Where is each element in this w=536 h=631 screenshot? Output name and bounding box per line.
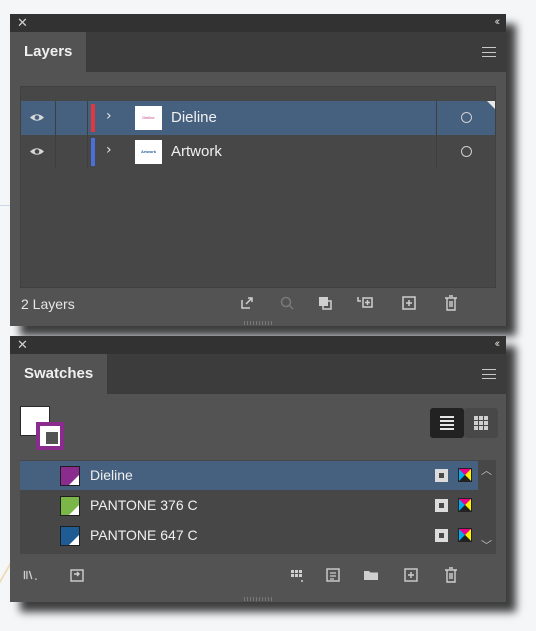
layer-row-artwork[interactable]: › Artwork Artwork xyxy=(21,135,495,169)
swatch-list-scrollbar[interactable]: ︿ ﹀ xyxy=(478,460,496,554)
new-swatch-icon[interactable] xyxy=(402,566,420,584)
swatch-row-pantone-376[interactable]: PANTONE 376 C xyxy=(20,491,478,520)
spot-color-icon xyxy=(435,499,448,512)
swatch-chip xyxy=(60,496,80,516)
create-sublayer-icon[interactable] xyxy=(356,294,374,312)
layer-color-indicator xyxy=(91,138,95,166)
close-icon[interactable]: ✕ xyxy=(17,15,28,31)
column-divider xyxy=(55,135,56,169)
locate-object-icon[interactable] xyxy=(278,294,296,312)
layer-thumbnail: Dieline xyxy=(135,106,162,130)
swatch-name: PANTONE 647 C xyxy=(90,527,198,543)
spot-color-icon xyxy=(435,529,448,542)
resize-grip[interactable] xyxy=(244,597,274,601)
list-view-button[interactable] xyxy=(430,408,464,438)
make-clipping-mask-icon[interactable] xyxy=(316,294,334,312)
collect-for-export-icon[interactable] xyxy=(238,294,256,312)
column-divider xyxy=(436,101,437,135)
swatch-options-icon[interactable] xyxy=(324,566,342,584)
layer-name[interactable]: Artwork xyxy=(171,143,222,160)
add-to-library-icon[interactable] xyxy=(68,566,86,584)
swatch-name: Dieline xyxy=(90,467,133,483)
layer-list: › Dieline Dieline › Artwork Artwork xyxy=(20,86,496,288)
swatch-list: Dieline PANTONE 376 C PANTONE 647 C ︿ ﹀ xyxy=(20,460,496,554)
column-divider xyxy=(436,135,437,169)
column-divider xyxy=(87,101,88,135)
scroll-up-icon[interactable]: ︿ xyxy=(481,462,492,478)
panel-titlebar[interactable]: ✕ ‹‹ xyxy=(10,14,506,32)
stroke-swatch[interactable] xyxy=(36,422,64,450)
swatches-panel: ✕ ‹‹ Swatches Dieline PANTONE 376 C PANT… xyxy=(10,336,506,602)
tab-swatches[interactable]: Swatches xyxy=(10,354,108,394)
panel-menu-icon[interactable] xyxy=(482,369,496,379)
layer-row-dieline[interactable]: › Dieline Dieline xyxy=(21,101,495,135)
spot-color-icon xyxy=(435,469,448,482)
panel-menu-icon[interactable] xyxy=(482,47,496,57)
column-divider xyxy=(55,101,56,135)
cmyk-mode-icon xyxy=(458,468,472,482)
layer-count: 2 Layers xyxy=(21,296,75,312)
grid-view-button[interactable] xyxy=(464,408,498,438)
delete-swatch-trash-icon[interactable] xyxy=(442,566,460,584)
layer-color-indicator xyxy=(91,104,95,132)
layers-footer: 2 Layers xyxy=(10,288,506,318)
swatch-chip xyxy=(60,466,80,486)
swatch-name: PANTONE 376 C xyxy=(90,497,198,513)
expand-chevron-icon[interactable]: › xyxy=(106,108,112,124)
layer-name[interactable]: Dieline xyxy=(171,109,217,126)
resize-grip[interactable] xyxy=(244,321,274,325)
target-circle-icon[interactable] xyxy=(461,112,472,123)
delete-trash-icon[interactable] xyxy=(442,294,460,312)
swatch-libraries-icon[interactable] xyxy=(22,566,40,584)
swatches-footer xyxy=(10,560,506,592)
panel-titlebar[interactable]: ✕ ‹‹ xyxy=(10,336,506,354)
selection-corner-indicator xyxy=(487,101,495,109)
panel-tab-row: Layers xyxy=(10,32,506,72)
scroll-down-icon[interactable]: ﹀ xyxy=(481,537,492,553)
expand-chevron-icon[interactable]: › xyxy=(106,142,112,158)
new-color-group-folder-icon[interactable] xyxy=(362,566,380,584)
close-icon[interactable]: ✕ xyxy=(17,337,28,353)
layer-thumbnail: Artwork xyxy=(135,140,162,164)
swatch-chip xyxy=(60,526,80,546)
collapse-icon[interactable]: ‹‹ xyxy=(495,15,501,30)
visibility-eye-icon[interactable] xyxy=(29,112,45,123)
panel-tab-row: Swatches xyxy=(10,354,506,394)
grid-view-icon xyxy=(474,416,488,430)
layers-panel: ✕ ‹‹ Layers › Dieline Dieline › Artwork … xyxy=(10,14,506,326)
cmyk-mode-icon xyxy=(458,498,472,512)
swatch-row-dieline[interactable]: Dieline xyxy=(20,461,478,490)
cmyk-mode-icon xyxy=(458,528,472,542)
tab-layers[interactable]: Layers xyxy=(10,32,87,72)
collapse-icon[interactable]: ‹‹ xyxy=(495,337,501,352)
visibility-eye-icon[interactable] xyxy=(29,146,45,157)
create-layer-icon[interactable] xyxy=(400,294,418,312)
fill-stroke-indicator[interactable] xyxy=(20,406,66,452)
show-swatch-kinds-icon[interactable] xyxy=(288,566,306,584)
target-circle-icon[interactable] xyxy=(461,146,472,157)
column-divider xyxy=(87,135,88,169)
swatch-row-pantone-647[interactable]: PANTONE 647 C xyxy=(20,521,478,550)
list-view-icon xyxy=(440,416,454,430)
